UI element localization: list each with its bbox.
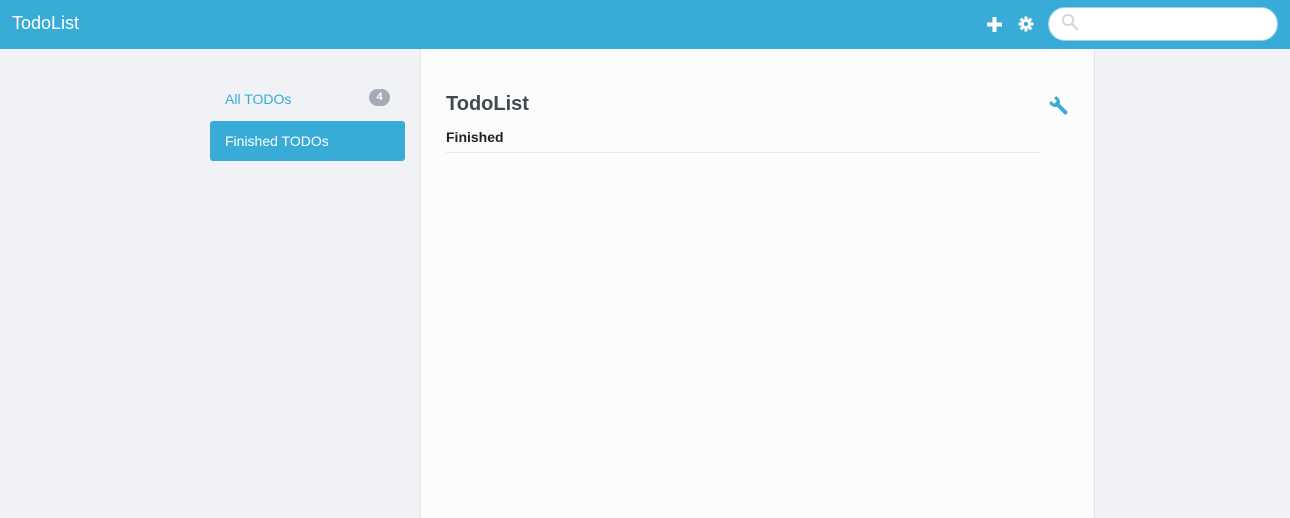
gear-icon[interactable] (1016, 14, 1036, 34)
sidebar-item-finished-todos[interactable]: Finished TODOs (210, 121, 405, 161)
section-heading-finished: Finished (446, 129, 504, 145)
divider (446, 152, 1041, 153)
count-badge: 4 (369, 89, 390, 106)
wrench-icon[interactable] (1048, 95, 1070, 117)
search-icon (1061, 13, 1079, 36)
brand-title[interactable]: TodoList (12, 12, 79, 34)
top-navbar: TodoList (0, 0, 1290, 49)
search-input[interactable] (1085, 9, 1275, 39)
page-title: TodoList (446, 93, 529, 115)
sidebar-item-label: All TODOs (225, 91, 292, 107)
search-box[interactable] (1048, 7, 1278, 41)
main-panel: TodoList Finished (420, 49, 1095, 518)
sidebar-item-label: Finished TODOs (225, 133, 329, 149)
plus-icon[interactable] (984, 14, 1004, 34)
sidebar-item-all-todos[interactable]: All TODOs 4 (210, 79, 405, 119)
